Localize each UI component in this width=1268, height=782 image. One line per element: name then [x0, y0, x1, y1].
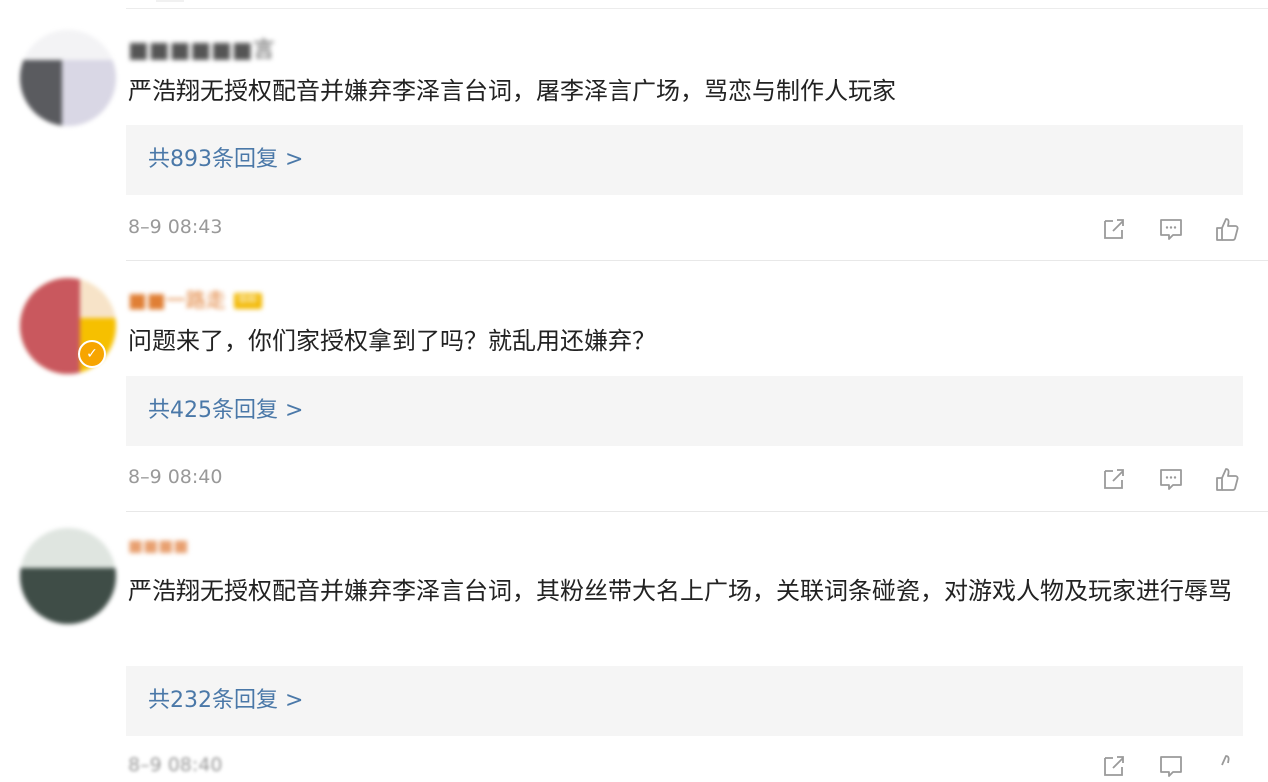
comment-actions [1100, 465, 1245, 495]
timestamp: 8–9 08:43 [128, 216, 223, 238]
avatar[interactable] [20, 30, 116, 126]
fan-badge: 铁粉 [233, 293, 262, 309]
top-tab-mark [156, 0, 184, 2]
view-replies-link[interactable]: 共425条回复 > [148, 376, 303, 446]
comment-icon[interactable] [1157, 215, 1185, 243]
comment-actions [1100, 752, 1245, 782]
username-text: ■■一路走 [128, 288, 226, 312]
timestamp: 8–9 08:40 [128, 754, 223, 776]
timestamp: 8–9 08:40 [128, 466, 223, 488]
comment-icon[interactable] [1157, 752, 1185, 780]
share-icon[interactable] [1100, 215, 1128, 243]
comment-divider [126, 260, 1268, 261]
verified-badge-icon: ✓ [78, 340, 106, 368]
like-icon[interactable] [1213, 215, 1241, 243]
reply-summary-box[interactable]: 共893条回复 > [126, 125, 1243, 195]
username[interactable]: ■■■■ [128, 536, 188, 555]
comment-icon[interactable] [1157, 465, 1185, 493]
username[interactable]: ■■■■■■言 [128, 32, 275, 64]
avatar[interactable] [20, 528, 116, 624]
share-icon[interactable] [1100, 465, 1128, 493]
view-replies-link[interactable]: 共232条回复 > [148, 666, 303, 736]
share-icon[interactable] [1100, 752, 1128, 780]
comment-text: 严浩翔无授权配音并嫌弃李泽言台词，其粉丝带大名上广场，关联词条碰瓷，对游戏人物及… [128, 577, 1232, 605]
comment-text: 严浩翔无授权配音并嫌弃李泽言台词，屠李泽言广场，骂恋与制作人玩家 [128, 77, 896, 105]
reply-summary-box[interactable]: 共425条回复 > [126, 376, 1243, 446]
like-icon[interactable] [1213, 752, 1241, 780]
comment-divider [126, 511, 1268, 512]
username[interactable]: ■■一路走 铁粉 [128, 284, 262, 313]
reply-summary-box[interactable]: 共232条回复 > [126, 666, 1243, 736]
comment-text: 问题来了，你们家授权拿到了吗？就乱用还嫌弃？ [128, 327, 656, 355]
top-divider [126, 8, 1268, 9]
view-replies-link[interactable]: 共893条回复 > [148, 125, 303, 195]
comment-actions [1100, 215, 1245, 245]
like-icon[interactable] [1213, 465, 1241, 493]
